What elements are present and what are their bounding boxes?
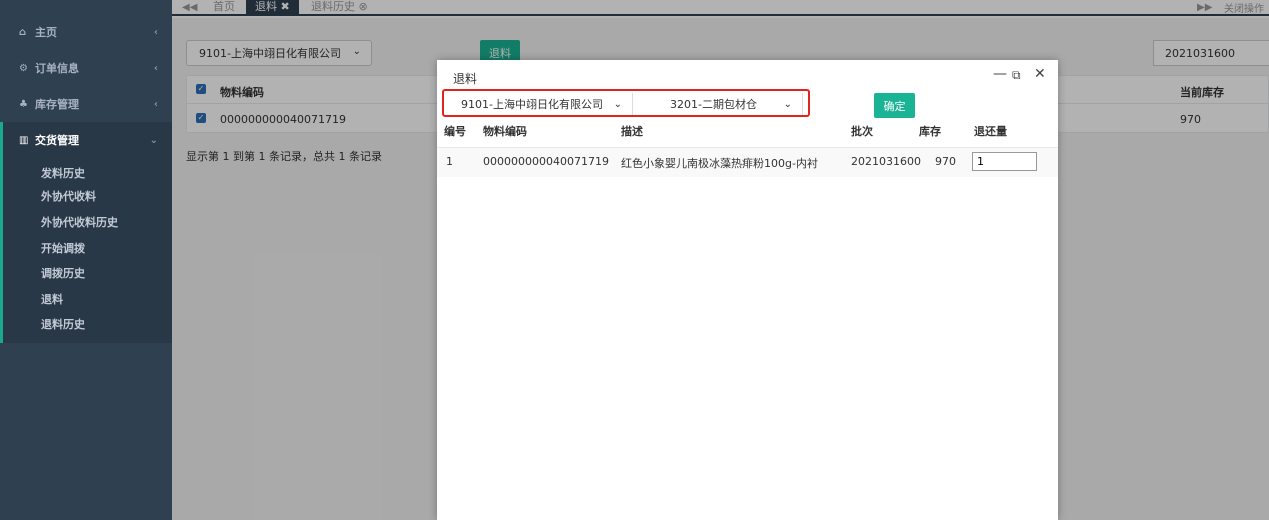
chevron-left-icon: ‹ <box>153 62 158 74</box>
chevron-left-icon: ‹ <box>153 98 158 110</box>
submenu-item-start-transfer[interactable]: 开始调拨 <box>41 240 85 256</box>
sidebar: ⌂ 主页 ‹ ⚙ 订单信息 ‹ ♣ 库存管理 ‹ ▥ 交货管理 ⌄ 发料历史 外… <box>0 0 172 520</box>
confirm-button[interactable]: 确定 <box>874 93 915 118</box>
submenu-item-outsource-receive[interactable]: 外协代收料 <box>41 188 96 204</box>
warehouse-select[interactable]: 3201-二期包材仓 ⌄ <box>658 93 803 115</box>
cell-no: 1 <box>446 155 453 168</box>
cell-description: 红色小象婴儿南极冰藻热痱粉100g-内衬 <box>621 157 818 170</box>
dialog-company-select[interactable]: 9101-上海中翊日化有限公司 ⌄ <box>447 93 633 115</box>
col-header-description: 描述 <box>621 125 643 138</box>
chevron-down-icon: ⌄ <box>783 98 792 110</box>
col-header-no: 编号 <box>444 125 466 138</box>
col-header-return-qty: 退还量 <box>974 125 1007 138</box>
close-icon[interactable]: ✕ <box>1034 66 1046 82</box>
home-icon: ⌂ <box>19 26 27 38</box>
sidebar-item-delivery[interactable]: ▥ 交货管理 ⌄ <box>0 122 172 158</box>
cell-batch: 2021031600 <box>851 155 921 168</box>
sidebar-item-label: 交货管理 <box>35 134 79 147</box>
return-qty-input[interactable] <box>972 152 1037 171</box>
submenu-item-transfer-history[interactable]: 调拨历史 <box>41 265 85 281</box>
sidebar-item-inventory[interactable]: ♣ 库存管理 ‹ <box>0 86 172 122</box>
chevron-down-icon: ⌄ <box>613 98 622 110</box>
minimize-icon[interactable]: — <box>993 66 1007 82</box>
chevron-left-icon: ‹ <box>153 26 158 38</box>
col-header-batch: 批次 <box>851 125 873 138</box>
sidebar-item-label: 订单信息 <box>35 62 79 75</box>
col-header-stock: 库存 <box>919 125 941 138</box>
cell-material-code: 000000000040071719 <box>483 155 609 168</box>
warehouse-select-value: 3201-二期包材仓 <box>670 98 757 111</box>
col-header-material-code: 物料编码 <box>483 125 527 138</box>
submenu-item-issue-history[interactable]: 发料历史 <box>41 165 85 181</box>
settings-icon: ⚙ <box>19 62 28 74</box>
maximize-icon[interactable]: ⧉ <box>1012 68 1021 83</box>
chevron-down-icon: ⌄ <box>149 134 158 146</box>
submenu-item-return-history[interactable]: 退料历史 <box>41 316 85 332</box>
sidebar-item-label: 库存管理 <box>35 98 79 111</box>
return-dialog: 退料 — ⧉ ✕ 9101-上海中翊日化有限公司 ⌄ 3201-二期包材仓 ⌄ … <box>437 60 1058 520</box>
dialog-company-select-value: 9101-上海中翊日化有限公司 <box>461 98 603 111</box>
sidebar-item-home[interactable]: ⌂ 主页 ‹ <box>0 14 172 50</box>
sidebar-item-label: 主页 <box>35 26 57 39</box>
chart-icon: ▥ <box>19 134 29 146</box>
cell-stock: 970 <box>935 155 956 168</box>
submenu-item-outsource-receive-history[interactable]: 外协代收料历史 <box>41 214 118 230</box>
sidebar-item-orders[interactable]: ⚙ 订单信息 ‹ <box>0 50 172 86</box>
submenu-item-return[interactable]: 退料 <box>41 291 63 307</box>
dialog-title: 退料 <box>453 72 478 86</box>
users-icon: ♣ <box>19 98 28 110</box>
delivery-submenu: 发料历史 外协代收料 外协代收料历史 开始调拨 调拨历史 退料 退料历史 <box>0 155 172 343</box>
